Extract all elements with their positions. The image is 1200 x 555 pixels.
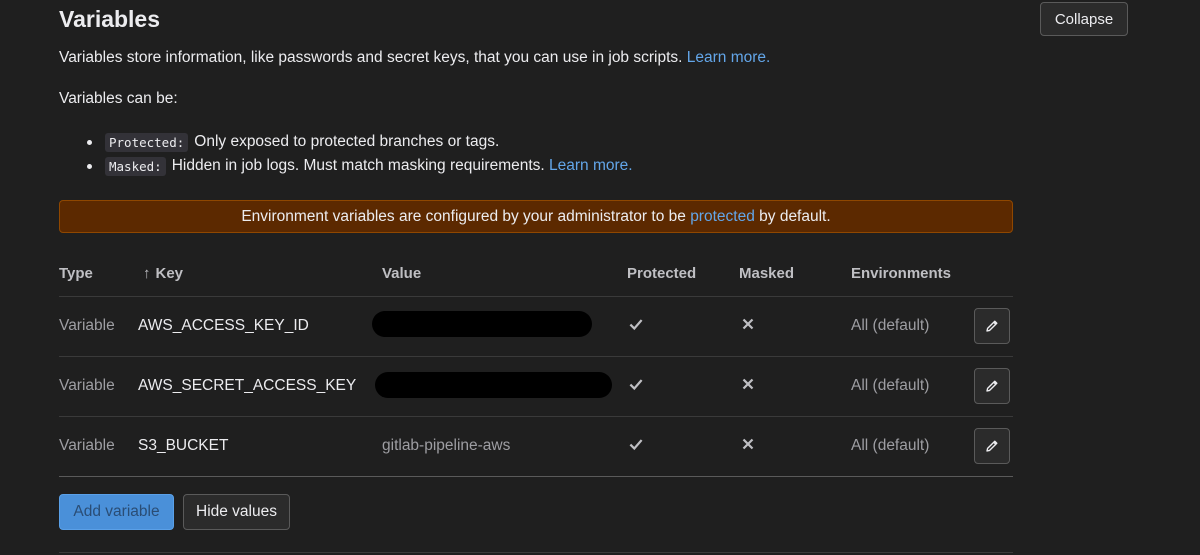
- pencil-icon: [986, 380, 998, 392]
- variables-settings-panel: Variables Collapse Variables store infor…: [0, 0, 1200, 555]
- learn-more-link[interactable]: Learn more.: [687, 49, 771, 66]
- edit-variable-button[interactable]: [974, 308, 1010, 344]
- hidden-value-mask: [372, 311, 592, 337]
- edit-variable-button[interactable]: [974, 428, 1010, 464]
- row-key: AWS_SECRET_ACCESS_KEY: [138, 377, 357, 394]
- arrow-up-icon: ↑: [143, 265, 151, 282]
- close-icon: [742, 378, 754, 390]
- masked-code: Masked:: [105, 156, 166, 176]
- row-environment: All (default): [851, 377, 930, 394]
- row-value: gitlab-pipeline-aws: [382, 437, 511, 454]
- check-icon: [629, 319, 643, 331]
- table-row: Variable AWS_ACCESS_KEY_ID All (default): [59, 297, 1013, 357]
- section-description: Variables store information, like passwo…: [59, 49, 770, 67]
- table-row: Variable AWS_SECRET_ACCESS_KEY All (defa…: [59, 357, 1013, 417]
- header-value: Value: [382, 265, 422, 282]
- check-icon: [629, 379, 643, 391]
- protected-code: Protected:: [105, 132, 189, 152]
- alert-text-after: by default.: [759, 207, 831, 225]
- masked-description: Hidden in job logs. Must match masking r…: [171, 157, 545, 174]
- row-environment: All (default): [851, 317, 930, 334]
- row-type: Variable: [59, 437, 115, 454]
- add-variable-button[interactable]: Add variable: [59, 494, 174, 530]
- hide-values-button[interactable]: Hide values: [183, 494, 290, 530]
- row-type: Variable: [59, 317, 115, 334]
- header-type[interactable]: Type: [59, 265, 93, 282]
- description-text: Variables store information, like passwo…: [59, 49, 683, 66]
- variable-options-list: Protected: Only exposed to protected bra…: [87, 130, 633, 178]
- row-environment: All (default): [851, 437, 930, 454]
- masking-learn-more-link[interactable]: Learn more.: [549, 157, 633, 175]
- section-title: Variables: [59, 6, 161, 32]
- table-header: Type ↑ Key Value Protected Masked Environ…: [59, 254, 1013, 297]
- header-masked: Masked: [739, 265, 795, 282]
- header-key-label: Key: [155, 265, 184, 282]
- row-type: Variable: [59, 377, 115, 394]
- header-protected: Protected: [627, 265, 697, 282]
- close-icon: [742, 318, 754, 330]
- pencil-icon: [986, 320, 998, 332]
- table-row: Variable S3_BUCKET gitlab-pipeline-aws A…: [59, 417, 1013, 477]
- close-icon: [742, 438, 754, 450]
- variables-can-be-text: Variables can be:: [59, 90, 178, 107]
- list-item-masked: Masked: Hidden in job logs. Must match m…: [87, 154, 633, 178]
- header-environments: Environments: [851, 265, 952, 282]
- row-key: AWS_ACCESS_KEY_ID: [138, 317, 309, 334]
- protected-description: Only exposed to protected branches or ta…: [194, 133, 500, 150]
- admin-alert: Environment variables are configured by …: [59, 200, 1013, 233]
- header-key[interactable]: ↑ Key: [143, 265, 183, 282]
- list-item-protected: Protected: Only exposed to protected bra…: [87, 130, 633, 154]
- edit-variable-button[interactable]: [974, 368, 1010, 404]
- check-icon: [629, 439, 643, 451]
- collapse-button[interactable]: Collapse: [1040, 2, 1128, 36]
- alert-text-before: Environment variables are configured by …: [241, 207, 686, 225]
- protected-link[interactable]: protected: [690, 208, 755, 226]
- hidden-value-mask: [375, 372, 612, 398]
- row-key: S3_BUCKET: [138, 437, 229, 454]
- pencil-icon: [986, 440, 998, 452]
- variables-table: Type ↑ Key Value Protected Masked Environ…: [59, 254, 1013, 477]
- divider: [59, 552, 1013, 553]
